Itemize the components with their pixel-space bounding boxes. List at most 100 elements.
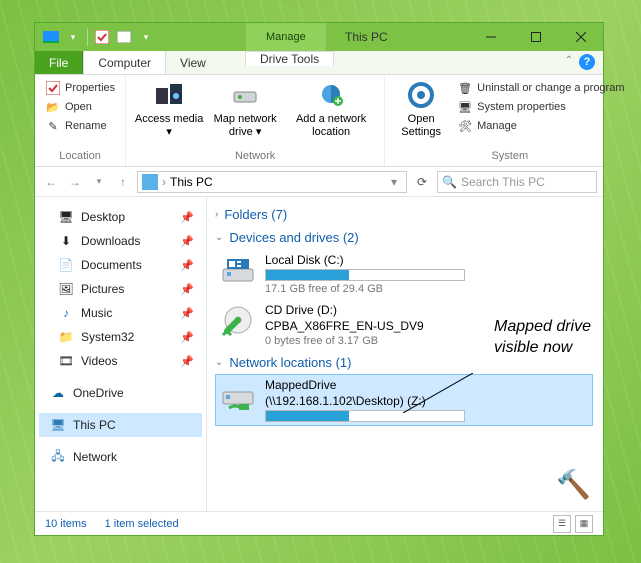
add-location-icon xyxy=(315,79,347,111)
pin-icon: 📌 xyxy=(180,259,194,272)
system-properties-button[interactable]: 🖥 System properties xyxy=(455,98,626,116)
ribbon: Properties 📂Open ✎Rename Location Access… xyxy=(35,75,603,167)
recent-locations-button[interactable]: ▾ xyxy=(89,172,109,192)
sidebar-item-downloads[interactable]: ⬇Downloads📌 xyxy=(39,229,202,253)
sidebar-item-videos[interactable]: 🎞Videos📌 xyxy=(39,349,202,373)
uninstall-program-button[interactable]: 🗑Uninstall or change a program xyxy=(455,79,626,97)
pin-icon: 📌 xyxy=(180,331,194,344)
sidebar-label: Documents xyxy=(81,258,142,272)
properties-button[interactable]: Properties xyxy=(43,79,117,97)
ribbon-collapse-icon[interactable]: ⌃ xyxy=(565,55,573,66)
drive-local-disk-c[interactable]: Local Disk (C:) 17.1 GB free of 29.4 GB xyxy=(215,249,593,299)
manage-icon: 🛠 xyxy=(457,118,473,134)
tiles-view-button[interactable]: ▦ xyxy=(575,515,593,533)
chevron-down-icon[interactable]: ▾ xyxy=(63,27,83,47)
videos-icon: 🎞 xyxy=(57,352,75,370)
sidebar-item-music[interactable]: ♪Music📌 xyxy=(39,301,202,325)
ribbon-group-system: Open Settings 🗑Uninstall or change a pro… xyxy=(385,75,634,166)
tab-file[interactable]: File xyxy=(35,51,83,74)
refresh-button[interactable]: ⟳ xyxy=(411,175,433,189)
chevron-down-icon: ⌄ xyxy=(215,232,223,243)
onedrive-icon: ☁ xyxy=(49,384,67,402)
explorer-window: ▾ ▾ Manage This PC File Computer View Dr… xyxy=(34,22,604,536)
annotation-line xyxy=(403,373,473,413)
qat-app-icon[interactable] xyxy=(41,27,61,47)
group-label-system: System xyxy=(393,150,626,164)
chevron-down-icon[interactable]: ▾ xyxy=(136,27,156,47)
help-icon[interactable]: ? xyxy=(579,54,595,70)
desktop-icon: 🖥 xyxy=(57,208,75,226)
manage-label: Manage xyxy=(477,120,517,132)
tab-computer[interactable]: Computer xyxy=(83,51,166,74)
maximize-button[interactable] xyxy=(513,23,558,51)
title-bar: ▾ ▾ Manage This PC xyxy=(35,23,603,51)
rename-icon: ✎ xyxy=(45,118,61,134)
rename-button[interactable]: ✎Rename xyxy=(43,117,117,135)
sidebar-item-network[interactable]: 🖧Network xyxy=(39,445,202,469)
add-network-location-button[interactable]: Add a network location xyxy=(286,79,376,139)
section-devices[interactable]: ⌄ Devices and drives (2) xyxy=(215,226,593,249)
sidebar-item-onedrive[interactable]: ☁OneDrive xyxy=(39,381,202,405)
annotation-text: Mapped drive visible now xyxy=(494,317,591,359)
sidebar-item-system32[interactable]: 📁System32📌 xyxy=(39,325,202,349)
address-path: This PC xyxy=(170,175,213,189)
map-drive-label: Map network drive ▾ xyxy=(210,113,280,139)
window-title: This PC xyxy=(345,23,388,51)
music-icon: ♪ xyxy=(57,304,75,322)
sys-props-icon: 🖥 xyxy=(457,99,473,115)
section-label: Devices and drives (2) xyxy=(229,230,358,245)
section-label: Folders (7) xyxy=(224,207,287,222)
sidebar-item-pictures[interactable]: 🖼Pictures📌 xyxy=(39,277,202,301)
status-bar: 10 items 1 item selected ☰ ▦ xyxy=(35,511,603,535)
add-location-label: Add a network location xyxy=(286,113,376,139)
group-label-location: Location xyxy=(43,150,117,164)
ribbon-group-location: Properties 📂Open ✎Rename Location xyxy=(35,75,126,166)
drive-sub: CPBA_X86FRE_EN-US_DV9 xyxy=(265,319,424,333)
map-drive-icon xyxy=(229,79,261,111)
qat-new-folder-icon[interactable] xyxy=(114,27,134,47)
pin-icon: 📌 xyxy=(180,211,194,224)
open-settings-button[interactable]: Open Settings xyxy=(393,79,449,139)
sidebar-item-desktop[interactable]: 🖥 Desktop 📌 xyxy=(39,205,202,229)
chevron-right-icon: › xyxy=(215,209,218,220)
sidebar-label: Network xyxy=(73,450,117,464)
content-pane: › Folders (7) ⌄ Devices and drives (2) Loc… xyxy=(207,197,603,511)
documents-icon: 📄 xyxy=(57,256,75,274)
section-folders[interactable]: › Folders (7) xyxy=(215,203,593,226)
uninstall-icon: 🗑 xyxy=(457,80,473,96)
up-button[interactable]: ↑ xyxy=(113,172,133,192)
minimize-button[interactable] xyxy=(468,23,513,51)
chevron-down-icon: ⌄ xyxy=(215,357,223,368)
ribbon-group-network: Access media ▾ Map network drive ▾ Add a… xyxy=(126,75,385,166)
this-pc-icon: 🖥 xyxy=(49,416,67,434)
drive-free-text: 17.1 GB free of 29.4 GB xyxy=(265,283,465,295)
tab-view[interactable]: View xyxy=(166,51,221,74)
drive-name: CD Drive (D:) xyxy=(265,303,424,317)
sidebar-item-this-pc[interactable]: 🖥This PC xyxy=(39,413,202,437)
pin-icon: 📌 xyxy=(180,355,194,368)
sidebar-label: Pictures xyxy=(81,282,124,296)
tab-drive-tools[interactable]: Drive Tools xyxy=(245,51,334,66)
details-view-button[interactable]: ☰ xyxy=(553,515,571,533)
pin-icon: 📌 xyxy=(180,307,194,320)
qat-properties-icon[interactable] xyxy=(92,27,112,47)
back-button[interactable]: ← xyxy=(41,172,61,192)
open-button[interactable]: 📂Open xyxy=(43,98,117,116)
sidebar-item-documents[interactable]: 📄 Documents 📌 xyxy=(39,253,202,277)
quick-access-toolbar: ▾ ▾ xyxy=(35,27,156,47)
address-bar[interactable]: › This PC ▾ xyxy=(137,171,407,193)
usage-bar xyxy=(265,269,465,281)
forward-button[interactable]: → xyxy=(65,172,85,192)
network-drive-icon xyxy=(221,378,255,412)
search-input[interactable]: 🔍 Search This PC xyxy=(437,171,597,193)
sys-props-label: System properties xyxy=(477,101,566,113)
address-dropdown-icon[interactable]: ▾ xyxy=(386,175,402,189)
close-button[interactable] xyxy=(558,23,603,51)
map-network-drive-button[interactable]: Map network drive ▾ xyxy=(210,79,280,139)
access-media-button[interactable]: Access media ▾ xyxy=(134,79,204,139)
open-icon: 📂 xyxy=(45,99,61,115)
manage-button[interactable]: 🛠 Manage xyxy=(455,117,626,135)
hammer-icon: 🔨 xyxy=(556,468,591,501)
status-selected: 1 item selected xyxy=(105,518,179,530)
sidebar-label: Desktop xyxy=(81,210,125,224)
